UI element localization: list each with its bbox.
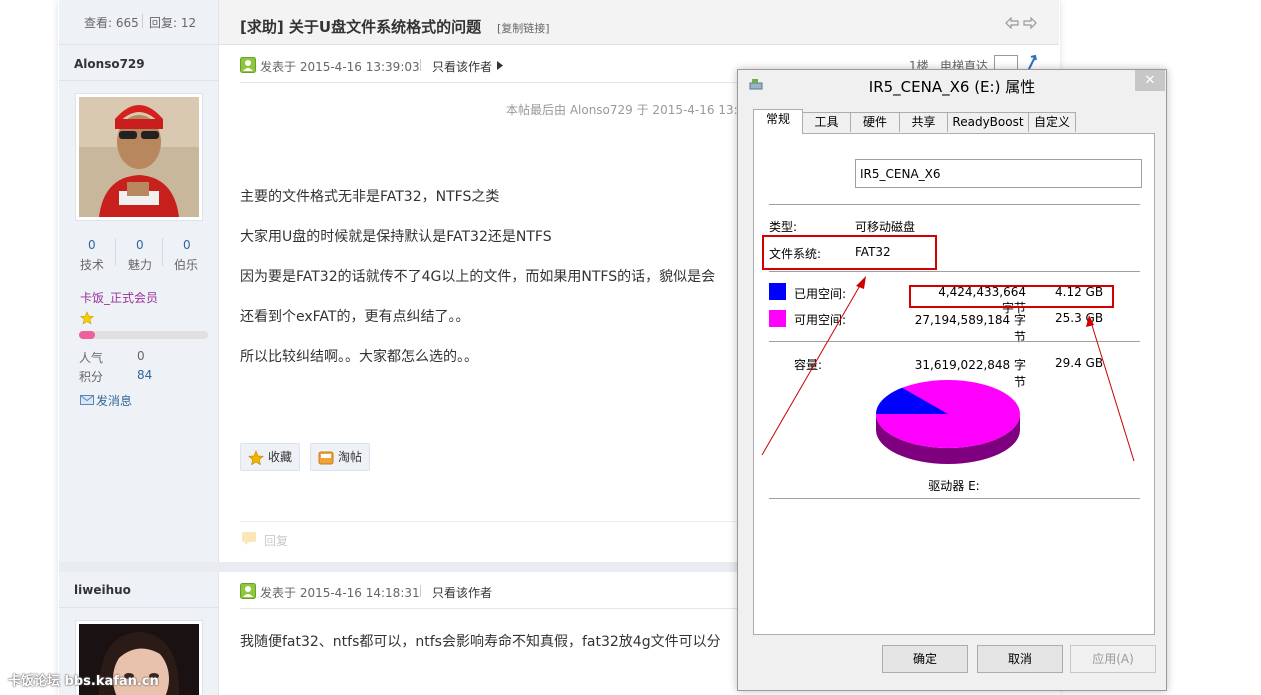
favorite-button[interactable]: 收藏 [240,443,300,471]
only-author-link[interactable]: 只看该作者 [432,58,492,75]
tab-readyboost[interactable]: ReadyBoost [947,112,1029,132]
type-label: 类型: [769,220,798,234]
author-name[interactable]: Alonso729 [74,57,145,71]
post-line: 还看到个exFAT的，更有点纠结了。。 [240,309,470,325]
disk-usage-pie [876,380,1020,464]
tab-general[interactable]: 常规 [753,109,803,134]
online-status-icon [240,583,256,599]
stat-charm-value[interactable]: 0 [136,238,144,252]
volume-name-input[interactable] [855,159,1142,188]
points-label: 积分 [79,370,104,384]
post-time: 发表于 2015-4-16 14:18:31 [260,586,420,600]
stat-bole-value[interactable]: 0 [183,238,191,252]
stat-tech-value[interactable]: 0 [88,238,96,252]
popularity-label: 人气 [79,351,104,365]
tray-icon [318,451,334,465]
tab-tools[interactable]: 工具 [802,112,851,132]
only-author-link[interactable]: 只看该作者 [432,584,492,601]
post-line: 我随便fat32、ntfs都可以，ntfs会影响寿命不知真假，fat32放4g文… [240,634,721,650]
edited-note: 本帖最后由 Alonso729 于 2015-4-16 13:4 [506,103,746,117]
free-space-gb: 25.3 GB [1055,311,1104,325]
views-count: 查看: 665 [84,16,139,30]
free-space-bytes: 27,194,589,184 字节 [914,313,1026,344]
caret-right-icon [497,61,503,70]
annotation-box-filesystem [762,235,937,270]
properties-dialog: IR5_CENA_X6 (E:) 属性 ✕ 常规 工具 硬件 共享 ReadyB… [737,69,1167,691]
tab-hardware[interactable]: 硬件 [850,112,900,132]
stat-tech-label: 技术 [80,258,105,272]
post-line: 大家用U盘的时候就是保持默认是FAT32还是NTFS [240,229,552,245]
post-line: 因为要是FAT32的话就传不了4G以上的文件，而如果用NTFS的话，貌似是会 [240,269,716,285]
post-time: 发表于 2015-4-16 13:39:03 [260,60,420,74]
next-thread-icon[interactable] [1023,17,1037,29]
rank-progress-bar [79,331,208,339]
stat-charm-label: 魅力 [128,258,153,272]
type-value: 可移动磁盘 [855,220,916,234]
tab-sharing[interactable]: 共享 [899,112,948,132]
post-line: 主要的文件格式无非是FAT32，NTFS之类 [240,189,500,205]
dialog-title: IR5_CENA_X6 (E:) 属性 [868,78,1036,96]
free-space-label: 可用空间: [794,313,847,327]
author-name[interactable]: liweihuo [74,583,131,597]
close-button[interactable]: ✕ [1135,70,1165,91]
cancel-button[interactable]: 取消 [977,645,1063,673]
reply-icon [242,532,256,545]
envelope-icon [80,395,94,405]
send-message-link[interactable]: 发消息 [96,392,132,409]
rank-progress-fill [79,331,95,339]
star-icon [248,450,264,466]
author-stats: 0 技术 0 魅力 0 伯乐 [73,238,213,272]
general-panel: 类型: 可移动磁盘 文件系统: FAT32 已用空间: 4,424,433,66… [753,133,1155,635]
avatar-image [79,97,199,217]
watermark: 卡饭论坛 bbs.kafan.cn [8,674,159,689]
online-status-icon [240,57,256,73]
rank-star-icon [80,311,94,325]
avatar[interactable] [75,93,203,221]
replies-count: 回复: 12 [149,16,197,30]
tab-customize[interactable]: 自定义 [1028,112,1076,132]
apply-button[interactable]: 应用(A) [1070,645,1156,673]
post-line: 所以比较纠结啊。。大家都怎么选的。。 [240,349,478,365]
drive-label: 驱动器 E: [928,479,980,493]
capacity-label: 容量: [794,358,823,372]
member-rank[interactable]: 卡饭_正式会员 [80,289,158,306]
thread-title: [求助] 关于U盘文件系统格式的问题 [240,18,482,36]
ok-button[interactable]: 确定 [882,645,968,673]
taobao-button[interactable]: 淘帖 [310,443,370,471]
points-value[interactable]: 84 [137,368,152,382]
reply-link[interactable]: 回复 [264,532,288,549]
free-space-swatch [769,310,786,327]
used-space-swatch [769,283,786,300]
popularity-value: 0 [137,349,145,363]
copy-link[interactable]: [复制链接] [497,20,550,36]
annotation-box-used-space [909,285,1114,308]
capacity-gb: 29.4 GB [1055,356,1104,370]
used-space-label: 已用空间: [794,287,847,301]
prev-thread-icon[interactable] [1005,17,1019,29]
stat-bole-label: 伯乐 [174,258,199,272]
